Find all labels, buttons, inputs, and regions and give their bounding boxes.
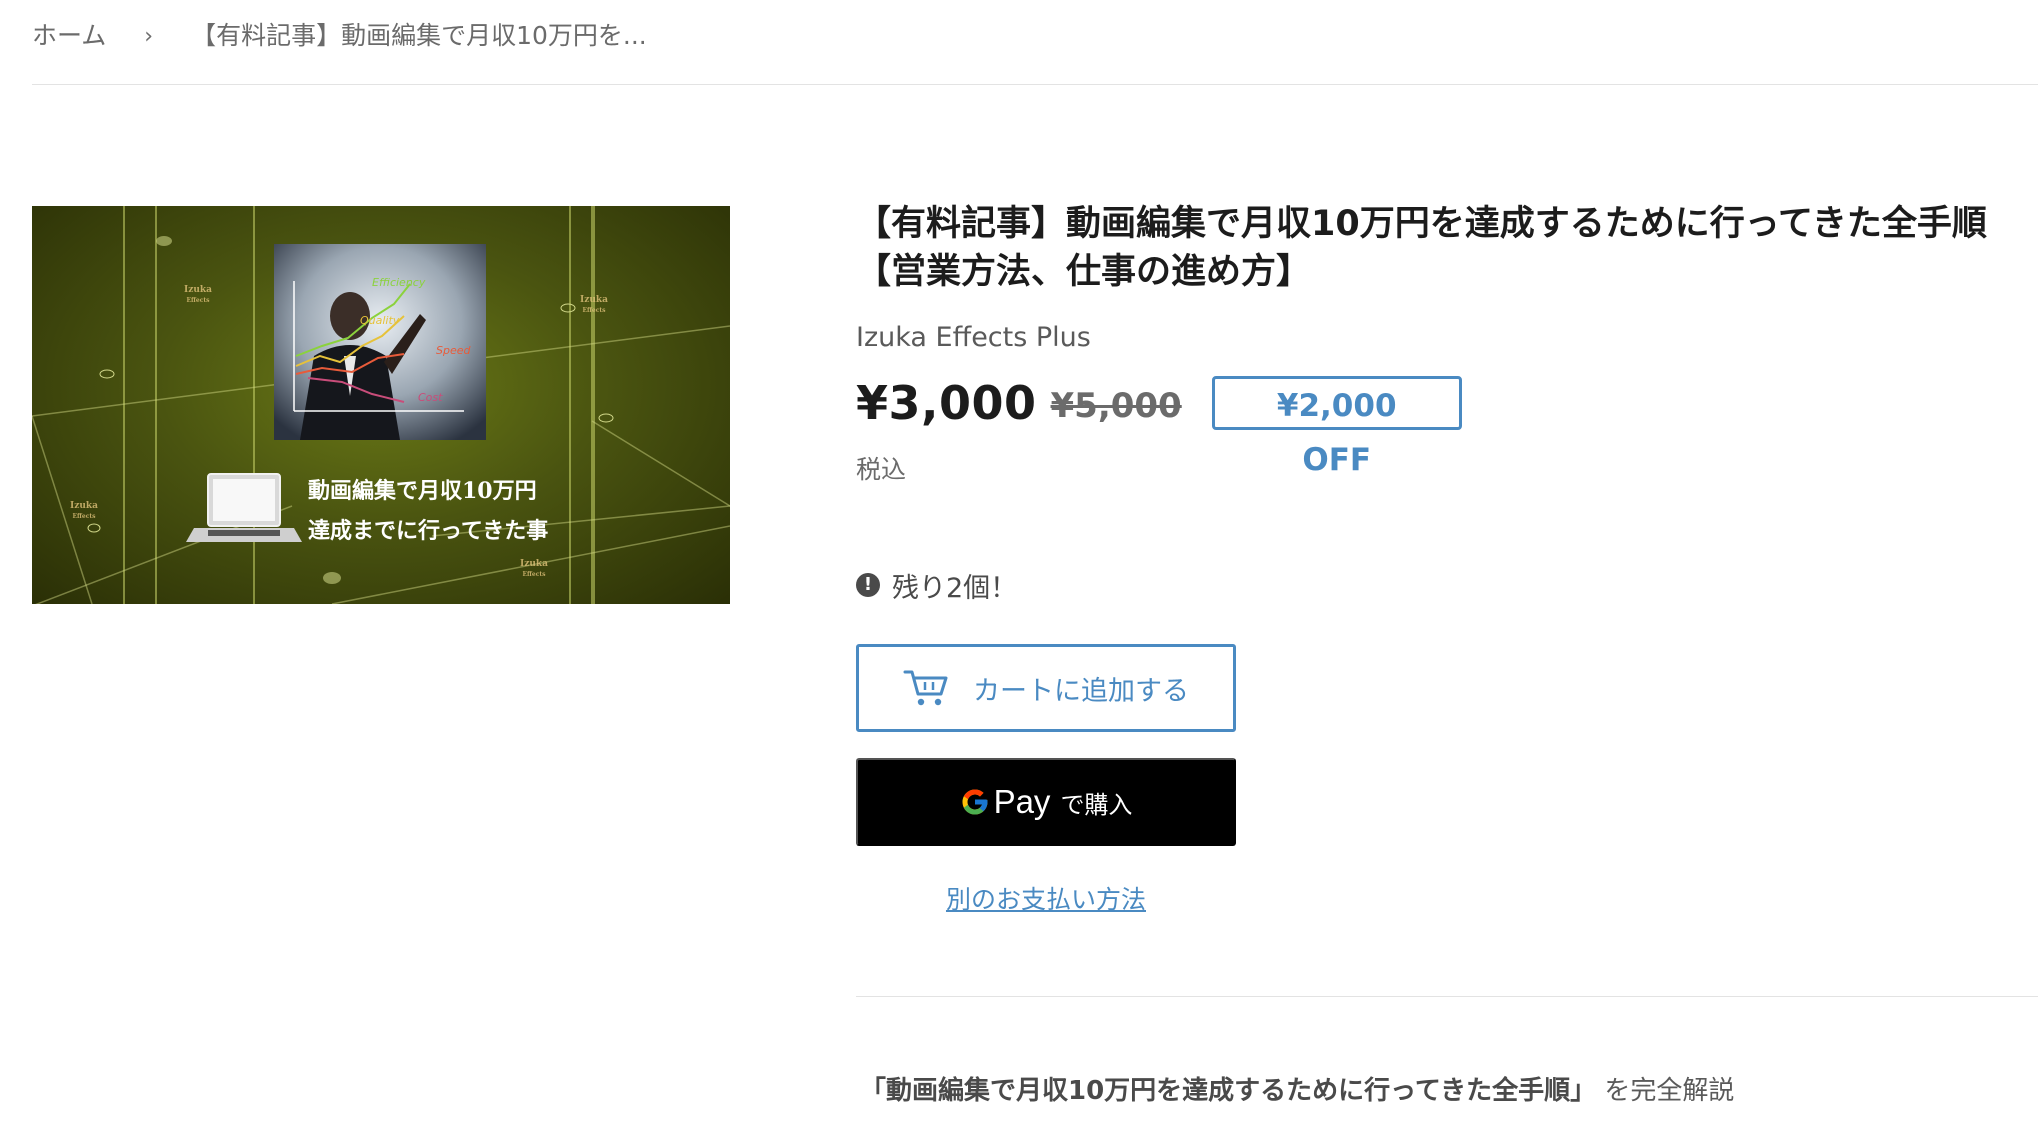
svg-text:Izuka: Izuka — [520, 559, 548, 569]
laptop-icon — [186, 473, 302, 542]
product-page: ホーム › 【有料記事】動画編集で月収10万円を... Izuka Effect… — [0, 0, 2038, 1126]
sale-price: ¥3,000 — [856, 376, 1037, 430]
stock-notice: ! 残り2個！ — [856, 565, 1017, 605]
breadcrumb-separator-icon: › — [144, 23, 154, 49]
chart-label-efficiency: Efficiency — [372, 276, 426, 289]
google-pay-suffix: で購入 — [1060, 791, 1133, 819]
google-pay-label: Pay — [993, 783, 1051, 820]
product-title: 【有料記事】動画編集で月収10万円を達成するために行ってきた全手順 【営業方法、… — [856, 200, 2006, 296]
product-description: 「動画編集で月収10万円を達成するために行ってきた全手順」 を完全解説 — [860, 1070, 1734, 1107]
cart-icon — [903, 670, 948, 706]
description-rest: を完全解説 — [1604, 1076, 1735, 1106]
exclamation-circle-icon: ! — [856, 573, 880, 597]
svg-text:Effects: Effects — [582, 307, 606, 314]
google-pay-button[interactable]: Pay で購入 — [856, 758, 1236, 846]
breadcrumb: ホーム › 【有料記事】動画編集で月収10万円を... — [32, 14, 647, 54]
svg-text:Effects: Effects — [72, 513, 96, 520]
google-g-icon — [962, 789, 988, 815]
chart-label-cost: Cost — [418, 391, 443, 404]
svg-text:Effects: Effects — [186, 297, 210, 304]
add-to-cart-label: カートに追加する — [973, 675, 1189, 706]
discount-badge: ¥2,000 OFF — [1211, 376, 1462, 478]
thumbnail-caption-line1: 動画編集で月収10万円 — [308, 478, 537, 504]
stock-message: 残り2個！ — [892, 572, 1018, 604]
breadcrumb-current: 【有料記事】動画編集で月収10万円を... — [191, 21, 647, 50]
watermark-text: Izuka — [184, 285, 212, 295]
chart-label-speed: Speed — [436, 344, 472, 357]
tax-note: 税込 — [856, 455, 907, 484]
chart-label-quality: Quality — [360, 314, 400, 327]
thumbnail-caption-line2: 達成までに行ってきた事 — [308, 518, 548, 544]
svg-text:Effects: Effects — [522, 571, 546, 578]
description-divider — [856, 996, 2038, 997]
product-title-line1: 【有料記事】動画編集で月収10万円を達成するために行ってきた全手順 — [856, 204, 1987, 244]
add-to-cart-button[interactable]: カートに追加する — [856, 644, 1236, 732]
price-row: ¥3,000 ¥5,000 ¥2,000 OFF — [856, 372, 1462, 478]
product-vendor: Izuka Effects Plus — [856, 322, 1091, 353]
product-title-line2: 【営業方法、仕事の進め方】 — [856, 252, 1312, 292]
compare-price: ¥5,000 — [1050, 386, 1182, 426]
breadcrumb-divider — [32, 84, 2038, 85]
product-thumbnail: Izuka Effects Izuka Effects Izuka Effect… — [32, 206, 730, 604]
description-strong: 「動画編集で月収10万円を達成するために行ってきた全手順」 — [860, 1076, 1597, 1106]
breadcrumb-home-link[interactable]: ホーム — [32, 16, 106, 52]
product-image[interactable]: Izuka Effects Izuka Effects Izuka Effect… — [32, 206, 730, 604]
svg-text:Izuka: Izuka — [580, 295, 608, 305]
more-payment-options-link[interactable]: 別のお支払い方法 — [856, 880, 1236, 916]
svg-text:Izuka: Izuka — [70, 501, 98, 511]
